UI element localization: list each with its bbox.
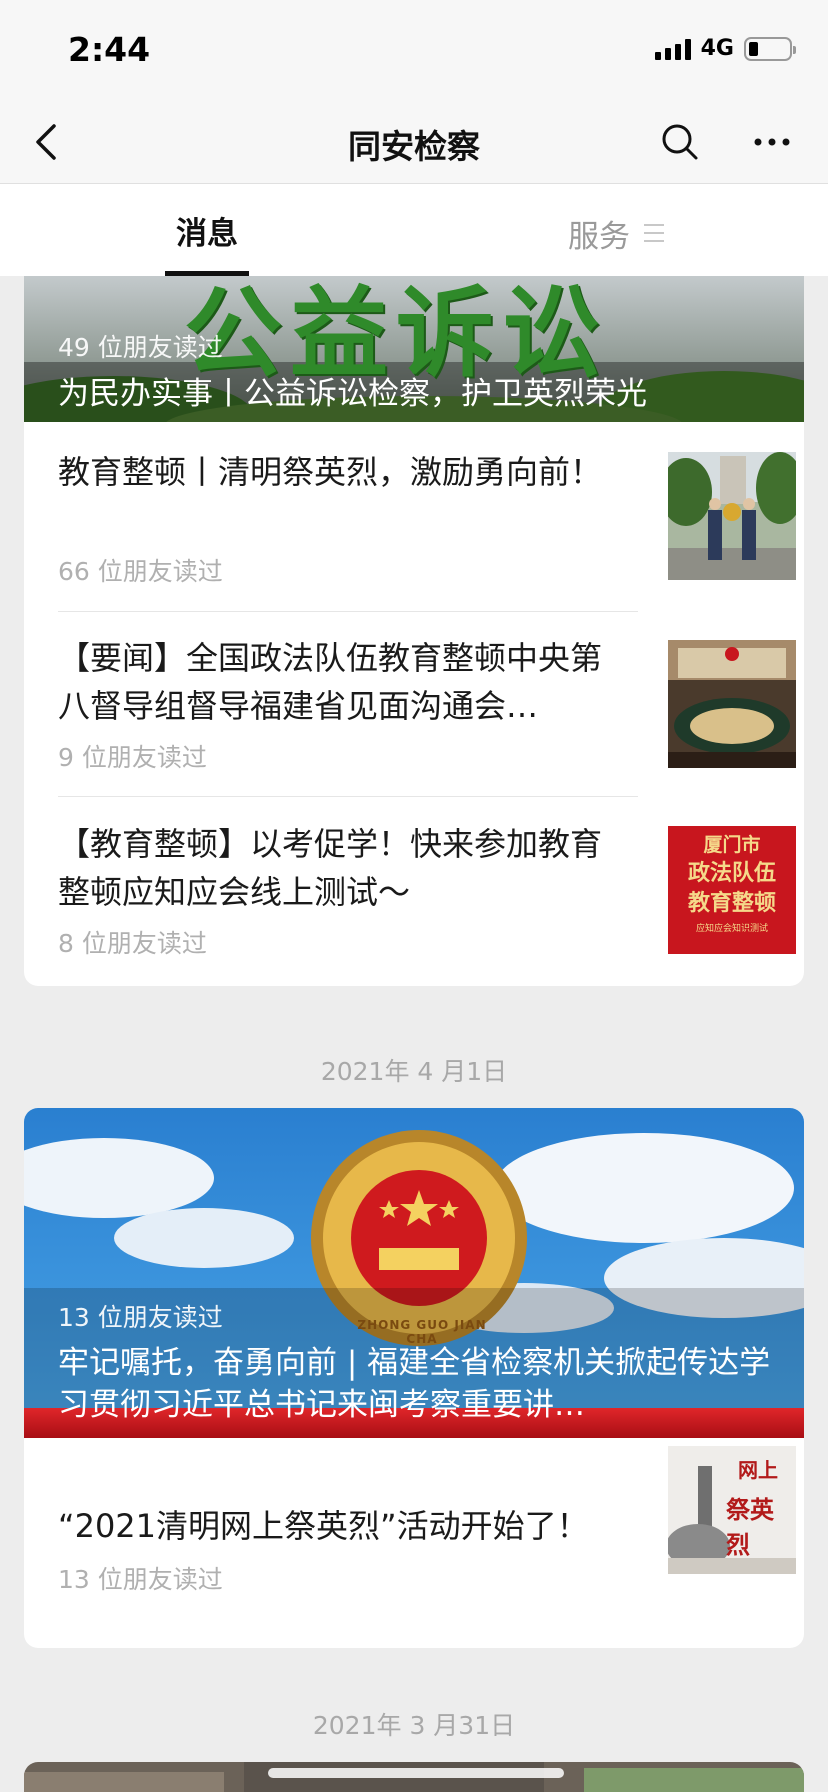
navigation-header: 同安检察 — [0, 100, 828, 184]
article-title: 【教育整顿】以考促学！快来参加教育整顿应知应会线上测试～ — [58, 825, 603, 911]
menu-icon — [644, 224, 664, 242]
more-dots-icon — [754, 138, 790, 146]
cover-title: 为民办实事丨公益诉讼检察，护卫英烈荣光 — [58, 376, 647, 412]
status-time: 2:44 — [68, 30, 151, 69]
article-item[interactable]: 【要闻】全国政法队伍教育整顿中央第八督导组督导福建省见面沟通会… 9 位朋友读过 — [58, 634, 796, 774]
article-item[interactable]: “2021清明网上祭英烈”活动开始了！ 13 位朋友读过 网上 祭英烈 — [58, 1446, 796, 1628]
status-indicators: 4G — [654, 36, 796, 61]
article-item[interactable]: 教育整顿丨清明祭英烈，激励勇向前！ 66 位朋友读过 — [58, 448, 796, 588]
article-cover[interactable]: ZHONG GUO JIAN CHA 13 位朋友读过 牢记嘱托，奋勇向前 | … — [24, 1108, 804, 1438]
article-thumbnail: 网上 祭英烈 — [668, 1446, 796, 1574]
article-read-count: 13 位朋友读过 — [58, 1565, 223, 1594]
article-thumbnail — [668, 640, 796, 768]
cover-title: 牢记嘱托，奋勇向前 | 福建全省检察机关掀起传达学习贯彻习近平总书记来闽考察重要… — [58, 1345, 771, 1423]
tab-services[interactable]: 服务 — [568, 208, 664, 258]
thumb-line: 网上 — [738, 1458, 778, 1482]
article-title: “2021清明网上祭英烈”活动开始了！ — [58, 1507, 589, 1545]
tab-messages-label: 消息 — [176, 216, 238, 252]
article-thumbnail: 厦门市 政法队伍 教育整顿 应知应会知识测试 — [668, 826, 796, 954]
thumb-line: 教育整顿 — [687, 890, 776, 916]
thumb-line: 厦门市 — [703, 834, 761, 856]
cover-read-count: 49 位朋友读过 — [58, 333, 223, 362]
tab-messages[interactable]: 消息 — [165, 208, 249, 276]
battery-icon — [744, 36, 796, 61]
article-title: 教育整顿丨清明祭英烈，激励勇向前！ — [58, 453, 603, 491]
cover-read-count: 13 位朋友读过 — [58, 1303, 223, 1332]
date-label: 2021年 4 月1日 — [320, 1057, 508, 1086]
thumb-line: 政法队伍 — [687, 860, 776, 886]
date-label: 2021年 3 月31日 — [312, 1711, 516, 1740]
article-read-count: 8 位朋友读过 — [58, 929, 207, 958]
search-icon — [662, 124, 698, 160]
cover-text: 13 位朋友读过 牢记嘱托，奋勇向前 | 福建全省检察机关掀起传达学习贯彻习近平… — [58, 1298, 774, 1426]
more-options-button[interactable] — [744, 114, 800, 170]
message-feed[interactable]: 公益诉讼 49 位朋友读过 为民办实事丨公益诉讼检察，护卫英烈荣光 教育整顿丨清… — [0, 276, 828, 1792]
article-title: 【要闻】全国政法队伍教育整顿中央第八督导组督导福建省见面沟通会… — [58, 639, 603, 725]
item-divider — [58, 611, 638, 612]
tab-services-label: 服务 — [568, 218, 630, 255]
home-indicator[interactable] — [268, 1768, 564, 1778]
item-divider — [58, 796, 638, 797]
article-read-count: 9 位朋友读过 — [58, 743, 207, 772]
article-card: 公益诉讼 49 位朋友读过 为民办实事丨公益诉讼检察，护卫英烈荣光 教育整顿丨清… — [24, 276, 804, 986]
signal-icon — [654, 38, 691, 60]
network-label: 4G — [700, 36, 734, 61]
status-bar: 2:44 4G — [0, 0, 828, 100]
article-thumbnail — [668, 452, 796, 580]
article-card: ZHONG GUO JIAN CHA 13 位朋友读过 牢记嘱托，奋勇向前 | … — [24, 1108, 804, 1648]
cover-text: 49 位朋友读过 为民办实事丨公益诉讼检察，护卫英烈荣光 — [58, 328, 774, 416]
search-button[interactable] — [652, 114, 708, 170]
thumb-caption: 应知应会知识测试 — [695, 924, 768, 934]
thumb-line: 祭英烈 — [726, 1495, 774, 1559]
article-read-count: 66 位朋友读过 — [58, 557, 223, 586]
tab-bar: 消息 服务 — [0, 184, 828, 276]
article-cover[interactable]: 公益诉讼 49 位朋友读过 为民办实事丨公益诉讼检察，护卫英烈荣光 — [24, 276, 804, 422]
article-item[interactable]: 【教育整顿】以考促学！快来参加教育整顿应知应会线上测试～ 8 位朋友读过 厦门市… — [58, 820, 796, 960]
